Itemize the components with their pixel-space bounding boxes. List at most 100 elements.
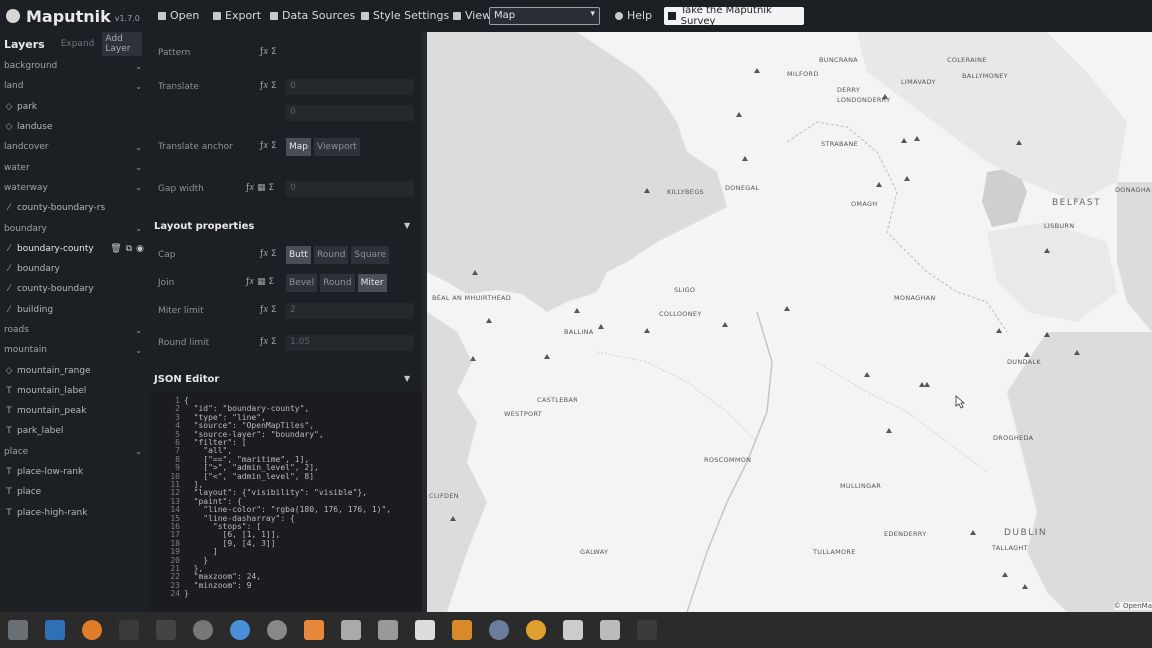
layer-item[interactable]: Tmountain_peak xyxy=(0,401,146,421)
app-icon[interactable] xyxy=(415,620,435,640)
translate-x-input[interactable]: 0 xyxy=(286,79,414,95)
app-icon[interactable] xyxy=(526,620,546,640)
layout-properties-header[interactable]: Layout properties ▼ xyxy=(154,221,410,232)
layer-group[interactable]: roads ⌄ xyxy=(0,320,146,340)
json-editor-header[interactable]: JSON Editor ▼ xyxy=(154,374,410,385)
layer-label: place xyxy=(17,487,42,498)
export-button[interactable]: Export xyxy=(213,9,261,22)
layer-item[interactable]: Tplace xyxy=(0,482,146,502)
app-icon[interactable] xyxy=(193,620,213,640)
trash-icon[interactable]: 🗑 xyxy=(110,244,121,254)
symbol-layer-icon: T xyxy=(6,385,12,396)
map-view[interactable]: BUNCRANA COLERAINE MILFORD LIMAVADY BALLYMON… xyxy=(427,32,1152,612)
app-icon[interactable] xyxy=(230,620,250,640)
function-icon[interactable]: ƒ𝑥 Σ xyxy=(260,249,277,259)
app-icon[interactable] xyxy=(600,620,620,640)
place-label: BELFAST xyxy=(1052,198,1102,208)
map-attribution[interactable]: © OpenMa xyxy=(1113,602,1152,610)
layer-group[interactable]: boundary ⌄ xyxy=(0,218,146,238)
layer-group[interactable]: landcover ⌄ xyxy=(0,137,146,157)
top-toolbar: Maputnik v1.7.0 Open Export Data Sources… xyxy=(0,0,1152,32)
function-icon[interactable]: ƒ𝑥 Σ xyxy=(260,141,277,151)
app-icon[interactable] xyxy=(452,620,472,640)
app-icon[interactable] xyxy=(267,620,287,640)
mountain-peak-icon xyxy=(784,306,790,311)
join-bevel-button[interactable]: Bevel xyxy=(286,274,318,292)
data-sources-button[interactable]: Data Sources xyxy=(270,9,355,22)
anchor-viewport-button[interactable]: Viewport xyxy=(314,138,360,156)
app-icon[interactable] xyxy=(341,620,361,640)
layer-item[interactable]: ⁄ building xyxy=(0,300,146,320)
layer-group[interactable]: waterway ⌄ xyxy=(0,178,146,198)
layer-group[interactable]: land ⌄ xyxy=(0,76,146,96)
layer-item[interactable]: ⁄ county-boundary xyxy=(0,279,146,299)
add-layer-button[interactable]: Add Layer xyxy=(102,32,142,56)
terminal-icon[interactable] xyxy=(119,620,139,640)
layer-group[interactable]: place ⌄ xyxy=(0,442,146,462)
gap-width-input[interactable]: 0 xyxy=(286,181,414,197)
monitor-icon[interactable] xyxy=(637,620,657,640)
app-icon[interactable] xyxy=(304,620,324,640)
mountain-peak-icon xyxy=(886,428,892,433)
layer-group[interactable]: water ⌄ xyxy=(0,157,146,177)
json-editor[interactable]: 1{2 "id": "boundary-county", 3 "type": "l… xyxy=(150,392,422,612)
place-label: MILFORD xyxy=(787,70,819,78)
join-round-button[interactable]: Round xyxy=(320,274,355,292)
view-select[interactable]: Map ▾ xyxy=(489,7,600,25)
help-button[interactable]: Help xyxy=(615,9,652,22)
eye-icon[interactable]: ◉ xyxy=(136,244,144,254)
cap-square-button[interactable]: Square xyxy=(351,246,390,264)
app-icon[interactable] xyxy=(563,620,583,640)
layer-item[interactable]: Tplace-high-rank xyxy=(0,503,146,523)
files-icon[interactable] xyxy=(8,620,28,640)
mountain-peak-icon xyxy=(1002,572,1008,577)
layer-item[interactable]: Tplace-low-rank xyxy=(0,462,146,482)
layer-item[interactable]: ◇ landuse xyxy=(0,117,146,137)
app-icon[interactable] xyxy=(378,620,398,640)
place-label: BALLYMONEY xyxy=(962,72,1008,80)
layer-item[interactable]: Tpark_label xyxy=(0,421,146,441)
style-settings-button[interactable]: Style Settings xyxy=(361,9,449,22)
function-icon[interactable]: ƒ𝑥 Σ xyxy=(260,81,277,91)
expand-button[interactable]: Expand xyxy=(61,39,95,49)
line-layer-icon: ⁄ xyxy=(8,264,10,275)
function-icon[interactable]: ƒ𝑥 Σ xyxy=(260,305,277,315)
cap-round-button[interactable]: Round xyxy=(313,246,349,264)
chrome-icon[interactable] xyxy=(82,620,102,640)
join-row: Join ƒ𝑥 ▦ Σ Bevel Round Miter xyxy=(150,274,422,294)
survey-button[interactable]: Take the Maputnik Survey xyxy=(664,5,804,27)
layer-item[interactable]: ◇ mountain_range xyxy=(0,360,146,380)
function-icon[interactable]: ƒ𝑥 Σ xyxy=(260,47,277,57)
fill-layer-icon: ◇ xyxy=(5,122,13,133)
layer-group[interactable]: mountain ⌄ xyxy=(0,340,146,360)
layer-editor: Pattern ƒ𝑥 Σ Translate ƒ𝑥 Σ 0 0 Translat… xyxy=(150,32,422,612)
function-icon[interactable]: ƒ𝑥 Σ xyxy=(260,337,277,347)
symbol-layer-icon: T xyxy=(6,487,12,498)
layer-item[interactable]: Tmountain_label xyxy=(0,381,146,401)
translate-y-input[interactable]: 0 xyxy=(286,105,414,121)
layer-item[interactable]: ⁄ boundary-county 🗑 ⧉ ◉ xyxy=(0,239,146,259)
caret-down-icon: ▼ xyxy=(404,221,411,230)
vscode-icon[interactable] xyxy=(45,620,65,640)
upwork-icon[interactable] xyxy=(156,620,176,640)
layer-item[interactable]: ⁄ boundary xyxy=(0,259,146,279)
open-button[interactable]: Open xyxy=(158,9,199,22)
function-icon[interactable]: ƒ𝑥 ▦ Σ xyxy=(246,183,274,193)
sea-west xyxy=(427,312,487,612)
copy-icon[interactable]: ⧉ xyxy=(126,244,132,254)
app-name: Maputnik xyxy=(26,6,111,26)
layer-item[interactable]: ⁄ county-boundary-rs xyxy=(0,198,146,218)
function-icon[interactable]: ƒ𝑥 ▦ Σ xyxy=(246,277,274,287)
layer-label: place-high-rank xyxy=(17,507,88,518)
mountain-peak-icon xyxy=(598,324,604,329)
cap-butt-button[interactable]: Butt xyxy=(286,246,311,264)
miter-limit-input[interactable]: 2 xyxy=(286,303,414,319)
layer-group[interactable]: background ⌄ xyxy=(0,56,146,76)
join-miter-button[interactable]: Miter xyxy=(357,274,387,292)
round-limit-input[interactable]: 1.05 xyxy=(286,335,414,351)
anchor-map-button[interactable]: Map xyxy=(286,138,311,156)
layer-item[interactable]: ◇ park xyxy=(0,97,146,117)
layer-label: landcover xyxy=(4,142,49,153)
app-icon[interactable] xyxy=(489,620,509,640)
caret-down-icon: ⌄ xyxy=(135,61,142,71)
